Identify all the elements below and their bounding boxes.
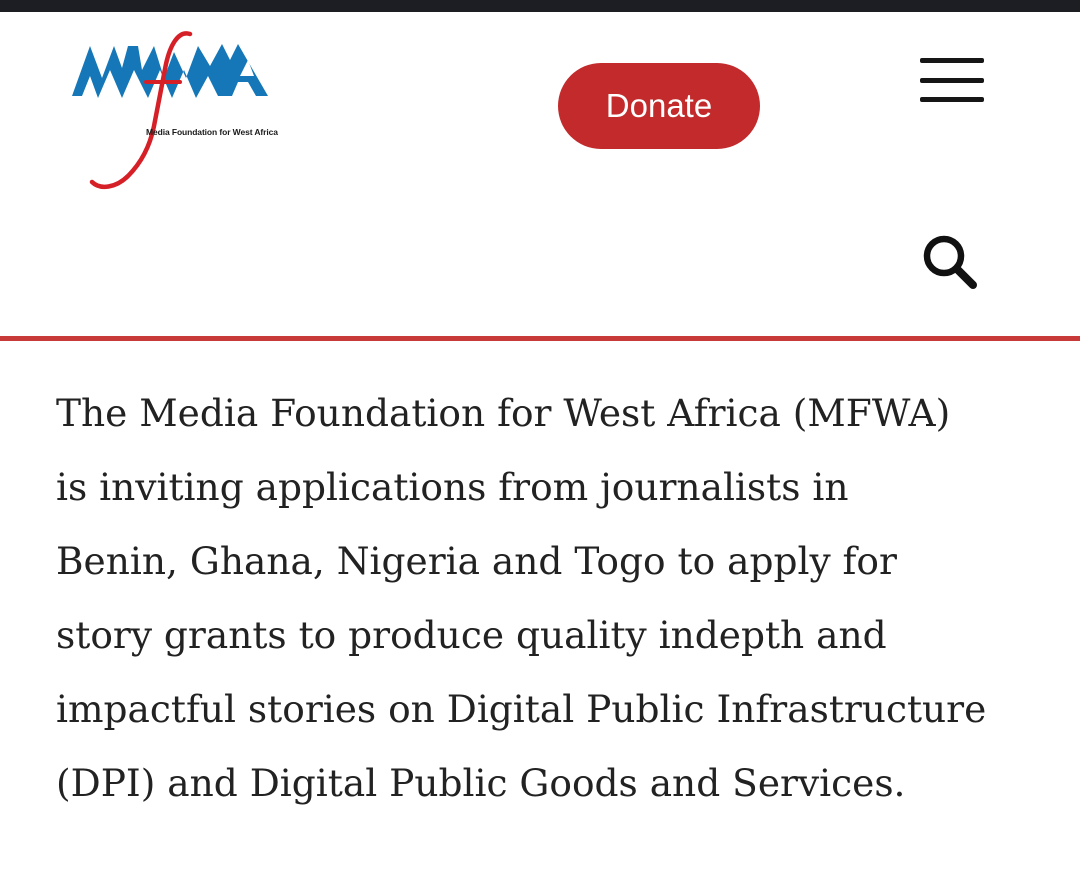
status-bar	[0, 0, 1080, 12]
menu-bar-middle	[920, 78, 984, 83]
logo-tagline: Media Foundation for West Africa	[146, 127, 278, 137]
search-button[interactable]	[914, 230, 984, 294]
hamburger-menu-icon[interactable]	[914, 52, 990, 108]
search-icon	[923, 235, 977, 289]
menu-bar-bottom	[920, 97, 984, 102]
mfwa-logo-mark	[72, 31, 268, 190]
article-intro-paragraph: The Media Foundation for West Africa (MF…	[56, 391, 987, 805]
header-divider	[0, 336, 1080, 341]
site-logo[interactable]: Media Foundation for West Africa	[62, 30, 302, 190]
donate-button[interactable]: Donate	[558, 63, 760, 149]
site-header: Media Foundation for West Africa Donate	[0, 12, 1080, 338]
menu-bar-top	[920, 58, 984, 63]
